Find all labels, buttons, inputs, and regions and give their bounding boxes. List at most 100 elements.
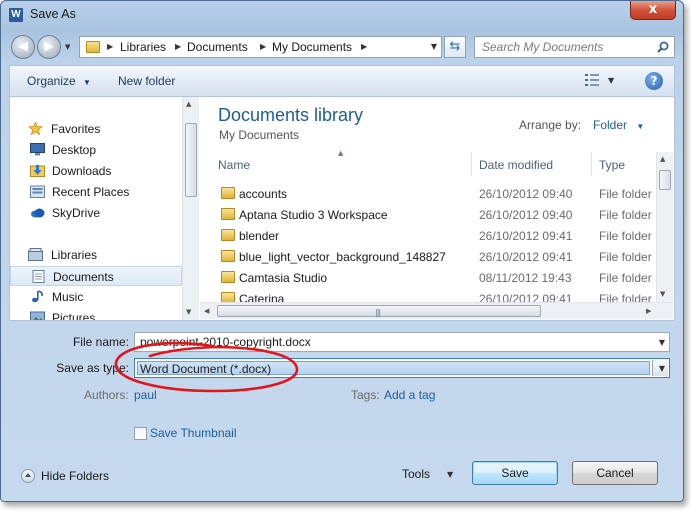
column-header-name[interactable]: Name [211, 152, 472, 176]
hide-folders-icon[interactable] [21, 469, 35, 483]
save-thumbnail-checkbox[interactable] [134, 427, 147, 440]
file-name-dropdown-icon[interactable]: ▼ [659, 338, 665, 347]
desktop-icon [30, 143, 45, 156]
nav-item-music[interactable]: Music [10, 287, 182, 307]
nav-item-documents[interactable]: Documents [10, 266, 182, 286]
nav-item-desktop[interactable]: Desktop [10, 140, 182, 160]
organize-dropdown-icon: ▼ [83, 78, 91, 87]
column-header-label: Name [218, 158, 251, 172]
nav-item-label: Documents [53, 270, 114, 284]
file-row[interactable]: blender 26/10/2012 09:41 File folder [200, 225, 655, 246]
navigation-scrollbar[interactable]: ▲ ▼ [182, 97, 199, 320]
address-bar[interactable]: ▶ Libraries ▶ Documents ▶ My Documents ▶… [79, 36, 442, 58]
nav-item-label: Music [52, 290, 84, 304]
scroll-down-icon[interactable]: ▼ [660, 290, 665, 298]
library-subtitle: My Documents [219, 128, 300, 142]
file-name-input[interactable]: powerpoint-2010-copyright.docx ▼ [134, 332, 670, 352]
star-icon [28, 122, 43, 135]
breadcrumb-separator-icon[interactable]: ▶ [175, 42, 181, 51]
nav-item-downloads[interactable]: Downloads [10, 161, 182, 181]
scroll-up-icon[interactable]: ▲ [186, 100, 191, 108]
search-placeholder: Search My Documents [482, 40, 604, 54]
file-row[interactable]: Aptana Studio 3 Workspace 26/10/2012 09:… [200, 204, 655, 225]
close-button[interactable]: x [630, 1, 676, 20]
column-header-type[interactable]: Type [592, 152, 656, 176]
file-row[interactable]: blue_light_vector_background_148827 26/1… [200, 246, 655, 267]
folder-icon [221, 187, 235, 199]
file-name-value: powerpoint-2010-copyright.docx [140, 335, 311, 349]
horizontal-scrollbar[interactable]: ◀ ||| ▶ [200, 302, 673, 319]
navigation-pane: Favorites Desktop Downloads Recent Place… [10, 97, 182, 320]
search-icon[interactable] [657, 41, 669, 53]
breadcrumb-separator-icon[interactable]: ▶ [107, 42, 113, 51]
breadcrumb-separator-icon[interactable]: ▶ [260, 42, 266, 51]
file-row[interactable]: Caterina 26/10/2012 09:41 File folder [200, 288, 655, 302]
new-folder-button[interactable]: New folder [118, 74, 175, 88]
folder-icon [221, 292, 235, 302]
file-name: Aptana Studio 3 Workspace [239, 208, 388, 222]
nav-item-pictures[interactable]: Pictures [10, 308, 182, 320]
nav-favorites[interactable]: Favorites [10, 119, 182, 139]
search-input[interactable]: Search My Documents [474, 36, 675, 58]
tags-field[interactable]: Add a tag [384, 388, 435, 402]
file-type: File folder [599, 229, 652, 243]
file-type: File folder [599, 208, 652, 222]
file-name: blender [239, 229, 280, 243]
nav-item-recent-places[interactable]: Recent Places [10, 182, 182, 202]
file-row[interactable]: accounts 26/10/2012 09:40 File folder [200, 183, 655, 204]
save-thumbnail-label[interactable]: Save Thumbnail [150, 426, 237, 440]
folder-icon [221, 271, 235, 283]
scroll-down-icon[interactable]: ▼ [186, 308, 191, 316]
column-header-label: Type [599, 158, 626, 172]
recent-locations-dropdown-icon[interactable]: ▼ [65, 43, 70, 51]
arrange-by-label: Arrange by: [519, 118, 582, 132]
file-date: 26/10/2012 09:41 [479, 292, 573, 302]
refresh-button[interactable]: ⇆ [444, 36, 466, 58]
column-header-date-modified[interactable]: Date modified [472, 152, 592, 176]
hide-folders-button[interactable]: Hide Folders [41, 469, 109, 483]
view-options-icon[interactable] [585, 74, 599, 86]
arrange-by-dropdown[interactable]: Folder ▼ [593, 118, 644, 132]
help-icon[interactable]: ? [645, 72, 663, 90]
breadcrumb-separator-icon[interactable]: ▶ [361, 42, 367, 51]
breadcrumb-my-documents[interactable]: My Documents [272, 40, 352, 54]
organize-button[interactable]: Organize ▼ [27, 74, 91, 88]
cancel-button[interactable]: Cancel [572, 461, 658, 485]
scroll-up-icon[interactable]: ▲ [660, 155, 665, 163]
forward-button[interactable]: ▶ [37, 35, 61, 59]
save-as-type-select[interactable]: Word Document (*.docx) ▼ [134, 358, 670, 378]
save-button[interactable]: Save [472, 461, 558, 485]
folder-icon [221, 208, 235, 220]
window-title: Save As [30, 7, 76, 21]
breadcrumb-documents[interactable]: Documents [187, 40, 248, 54]
breadcrumb-libraries[interactable]: Libraries [120, 40, 166, 54]
scrollbar-thumb[interactable] [659, 170, 671, 190]
downloads-folder-icon [30, 165, 45, 177]
address-dropdown-icon[interactable]: ▼ [431, 42, 437, 51]
file-list-scrollbar[interactable]: ▲ ▼ [656, 152, 673, 302]
file-list-pane: Documents library My Documents Arrange b… [200, 97, 674, 320]
view-dropdown-icon[interactable]: ▼ [608, 76, 614, 85]
back-button[interactable]: ◀ [11, 35, 35, 59]
scroll-right-icon[interactable]: ▶ [646, 307, 651, 315]
file-date: 26/10/2012 09:40 [479, 208, 573, 222]
tools-button[interactable]: Tools [402, 467, 430, 481]
scrollbar-thumb[interactable] [185, 123, 197, 197]
file-type: File folder [599, 250, 652, 264]
save-as-type-selected: Word Document (*.docx) [137, 361, 650, 376]
tools-dropdown-icon[interactable]: ▼ [447, 470, 453, 479]
scrollbar-thumb[interactable]: ||| [217, 305, 541, 317]
file-name: blue_light_vector_background_148827 [239, 250, 446, 264]
file-row[interactable]: Camtasia Studio 08/11/2012 19:43 File fo… [200, 267, 655, 288]
save-as-type-label: Save as type: [56, 361, 129, 375]
chevron-down-icon: ▼ [658, 364, 665, 373]
scroll-left-icon[interactable]: ◀ [204, 307, 209, 315]
authors-field[interactable]: paul [134, 388, 157, 402]
authors-label: Authors: [84, 388, 129, 402]
title-bar: W Save As x [1, 1, 683, 29]
save-as-type-dropdown-button[interactable]: ▼ [652, 360, 668, 376]
file-name: Camtasia Studio [239, 271, 328, 285]
nav-item-skydrive[interactable]: SkyDrive [10, 203, 182, 223]
nav-libraries[interactable]: Libraries [10, 245, 182, 265]
libraries-icon [28, 248, 43, 261]
